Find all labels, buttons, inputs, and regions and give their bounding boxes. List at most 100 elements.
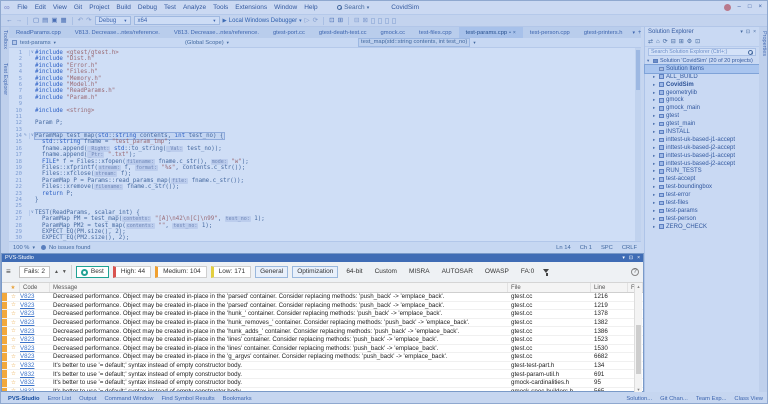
navigate-back-icon[interactable]: ← (6, 15, 13, 26)
diagnostic-code-link[interactable]: V823 (20, 319, 34, 326)
tool-window-tab[interactable]: Class View (731, 396, 766, 402)
favorite-column-header[interactable]: ★ (7, 283, 20, 292)
navigate-forward-icon[interactable]: → (16, 15, 23, 26)
show-all-files-icon[interactable]: ⊞ (679, 38, 684, 45)
menu-item[interactable]: Test (161, 1, 180, 14)
table-scrollbar[interactable]: ▲ ▼ (634, 284, 642, 392)
star-icon[interactable]: ☆ (7, 337, 20, 343)
project-node[interactable]: inttest-uk-based-j2-accept (645, 144, 759, 152)
tool-window-tab[interactable]: Command Window (100, 396, 157, 402)
scroll-up-icon[interactable]: ▲ (637, 284, 641, 289)
table-row[interactable]: ☆ V823 Decreased performance. Object may… (2, 353, 643, 362)
tool-window-tab[interactable]: Bookmarks (219, 396, 256, 402)
table-row[interactable]: ☆ V823 Decreased performance. Object may… (2, 336, 643, 345)
vertical-tool-tab[interactable]: Toolbox (2, 30, 8, 49)
project-node[interactable]: geometrylib (645, 89, 759, 97)
star-icon[interactable]: ☆ (7, 380, 20, 386)
diagnostic-code-link[interactable]: V823 (20, 345, 34, 352)
undo-icon[interactable]: ↶ (78, 15, 83, 26)
filter-toggle[interactable]: AUTOSAR (438, 267, 477, 277)
close-icon[interactable]: × (637, 255, 640, 261)
project-node[interactable]: test-person (645, 215, 759, 223)
menu-item[interactable]: Window (271, 1, 301, 14)
project-node[interactable]: gtest_main (645, 120, 759, 128)
close-icon[interactable]: × (753, 29, 756, 35)
spaces-indicator[interactable]: SPC (601, 245, 613, 251)
project-node[interactable]: ALL_BUILD (645, 73, 759, 81)
filter-toggle[interactable]: MISRA (405, 267, 434, 277)
menu-icon[interactable] (6, 267, 15, 277)
tool-window-tab[interactable]: Git Chan... (657, 396, 691, 402)
high-severity-button[interactable]: High: 44 (113, 266, 151, 278)
save-all-icon[interactable]: ▦ (60, 15, 66, 26)
project-node[interactable]: gmock (645, 96, 759, 104)
table-row[interactable]: ☆ V823 Decreased performance. Object may… (2, 302, 643, 311)
tool-window-tab[interactable]: Output (75, 396, 100, 402)
document-tab[interactable]: V813. Decrease...ntes/reference. (167, 27, 266, 38)
diagnostic-code-link[interactable]: V823 (20, 328, 34, 335)
document-tab[interactable]: gtest-port.cc (266, 27, 312, 38)
table-row[interactable]: ☆ V832 It's better to use '= default;' s… (2, 379, 643, 388)
tool-window-tab[interactable]: Solution... (623, 396, 655, 402)
code-column-header[interactable]: Code (20, 283, 50, 292)
project-node[interactable]: test-error (645, 191, 759, 199)
line-ending-indicator[interactable]: CRLF (622, 245, 637, 251)
scrollbar-thumb[interactable] (636, 325, 641, 374)
menu-item[interactable]: File (14, 1, 31, 14)
table-row[interactable]: ☆ V832 It's better to use '= default;' s… (2, 388, 643, 391)
close-icon[interactable] (513, 30, 516, 36)
document-tab[interactable]: ReadParams.cpp (9, 27, 68, 38)
filter-funnel-icon[interactable] (542, 268, 551, 277)
menu-item[interactable]: Build (113, 1, 134, 14)
table-row[interactable]: ☆ V823 Decreased performance. Object may… (2, 293, 643, 302)
diagnostic-code-link[interactable]: V832 (20, 388, 34, 391)
document-tab[interactable]: test-person.cpp (523, 27, 577, 38)
window-position-icon[interactable]: ▾ (740, 29, 743, 35)
tab-list-chevron-icon[interactable] (632, 30, 635, 36)
star-icon[interactable]: ☆ (7, 388, 20, 391)
star-icon[interactable]: ☆ (7, 363, 20, 369)
star-icon[interactable]: ☆ (7, 345, 20, 351)
star-icon[interactable]: ☆ (7, 371, 20, 377)
start-debugging-button[interactable]: Local Windows Debugger (223, 18, 302, 24)
uncomment-icon[interactable]: ⊠ (362, 15, 367, 26)
project-node[interactable]: test-accept (645, 175, 759, 183)
line-indicator[interactable]: Ln 14 (556, 245, 571, 251)
filter-toggle[interactable]: 64-bit (342, 267, 366, 277)
filter-toggle[interactable]: FA:0 (517, 267, 538, 277)
menu-item[interactable]: Extensions (232, 1, 271, 14)
bookmark-next-icon[interactable] (385, 18, 389, 24)
medium-severity-button[interactable]: Medium: 104 (155, 266, 207, 278)
table-row[interactable]: ☆ V823 Decreased performance. Object may… (2, 310, 643, 319)
comment-icon[interactable]: ⊟ (354, 15, 359, 26)
health-indicator[interactable]: No issues found (41, 245, 91, 251)
diagnostic-code-link[interactable]: V823 (20, 293, 34, 300)
star-icon[interactable]: ☆ (7, 354, 20, 360)
star-icon[interactable]: ☆ (7, 294, 20, 300)
project-node[interactable]: test-boundingbox (645, 183, 759, 191)
filter-toggle[interactable]: OWASP (481, 267, 513, 277)
vertical-tool-tab[interactable]: Test Explorer (2, 63, 8, 95)
project-node[interactable]: test-params (645, 207, 759, 215)
menu-item[interactable]: Help (301, 1, 321, 14)
new-file-icon[interactable]: ▢ (33, 15, 39, 26)
home-icon[interactable]: ⌂ (656, 39, 660, 45)
bookmark-icon[interactable] (371, 18, 375, 24)
save-icon[interactable]: ▣ (51, 15, 57, 26)
start-without-debugging-icon[interactable]: ▷ (305, 15, 310, 26)
scope-dropdown[interactable]: (Global Scope) (182, 38, 355, 47)
best-warnings-button[interactable]: Best (76, 266, 109, 278)
project-node[interactable]: inttest-uk-based-j1-accept (645, 136, 759, 144)
project-node[interactable]: ZERO_CHECK (645, 223, 759, 231)
star-icon[interactable]: ☆ (7, 320, 20, 326)
project-node[interactable]: test-files (645, 199, 759, 207)
pin-icon[interactable]: ⊡ (746, 29, 750, 35)
editor-scrollbar[interactable] (635, 48, 641, 241)
project-node[interactable]: inttest-us-based-j2-accept (645, 160, 759, 168)
filter-toggle[interactable]: Custom (371, 267, 401, 277)
document-tab[interactable]: gtest-printers.h (577, 27, 630, 38)
menu-item[interactable]: Edit (31, 1, 49, 14)
menu-item[interactable]: Analyze (179, 1, 209, 14)
avatar[interactable] (724, 4, 731, 11)
preview-selected-icon[interactable]: ⊡ (695, 38, 700, 45)
